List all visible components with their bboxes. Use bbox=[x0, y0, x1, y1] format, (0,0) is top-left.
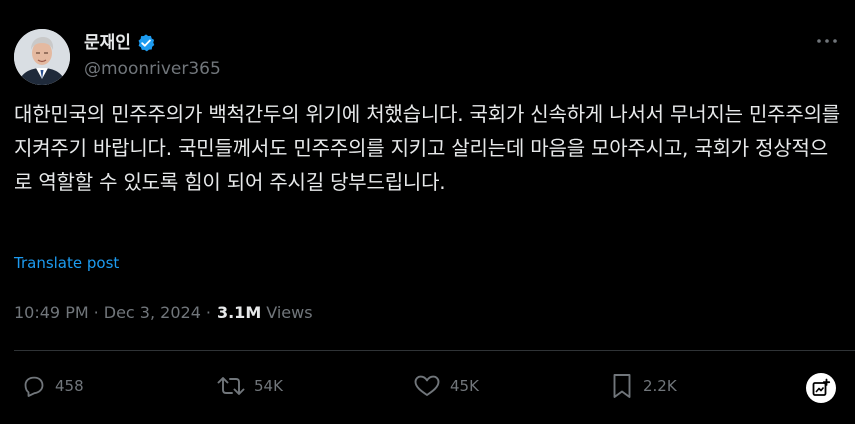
translate-post-link[interactable]: Translate post bbox=[14, 253, 119, 273]
bookmark-icon bbox=[613, 374, 631, 398]
reply-icon bbox=[24, 376, 44, 397]
tweet-card: 문재인 @moonriver365 대한민국의 민주주의가 백척간두의 위기에 … bbox=[0, 0, 855, 424]
more-horizontal-icon bbox=[817, 39, 837, 43]
verified-badge-icon[interactable] bbox=[136, 33, 156, 53]
meta-separator: · bbox=[93, 303, 99, 322]
author-name-row: 문재인 bbox=[84, 30, 156, 56]
like-count: 45K bbox=[450, 377, 479, 395]
repost-count: 54K bbox=[254, 377, 283, 395]
divider bbox=[14, 350, 855, 351]
tweet-text: 대한민국의 민주주의가 백척간두의 위기에 처했습니다. 국회가 신속하게 나서… bbox=[14, 102, 847, 194]
heart-icon bbox=[414, 375, 440, 396]
avatar-portrait-icon bbox=[14, 29, 70, 85]
like-button[interactable]: 45K bbox=[413, 373, 479, 399]
reply-count: 458 bbox=[55, 377, 84, 395]
more-options-button[interactable] bbox=[813, 31, 841, 51]
tweet-time[interactable]: 10:49 PM bbox=[14, 302, 89, 324]
bookmark-button[interactable]: 2.2K bbox=[610, 373, 677, 399]
bookmark-count: 2.2K bbox=[643, 377, 677, 395]
views-count: 3.1M bbox=[216, 303, 262, 322]
repost-icon bbox=[217, 377, 245, 395]
meta-separator: · bbox=[205, 303, 211, 322]
tweet-meta: 10:49 PM · Dec 3, 2024 · 3.1M Views bbox=[14, 302, 313, 324]
author-handle[interactable]: @moonriver365 bbox=[84, 58, 221, 80]
reply-button[interactable]: 458 bbox=[22, 373, 84, 399]
views-label: Views bbox=[266, 303, 313, 322]
repost-button[interactable]: 54K bbox=[217, 373, 283, 399]
share-icon bbox=[812, 378, 831, 396]
tweet-date[interactable]: Dec 3, 2024 bbox=[104, 302, 201, 324]
avatar[interactable] bbox=[14, 29, 70, 85]
share-button[interactable] bbox=[806, 373, 836, 403]
author-display-name[interactable]: 문재인 bbox=[84, 32, 131, 54]
